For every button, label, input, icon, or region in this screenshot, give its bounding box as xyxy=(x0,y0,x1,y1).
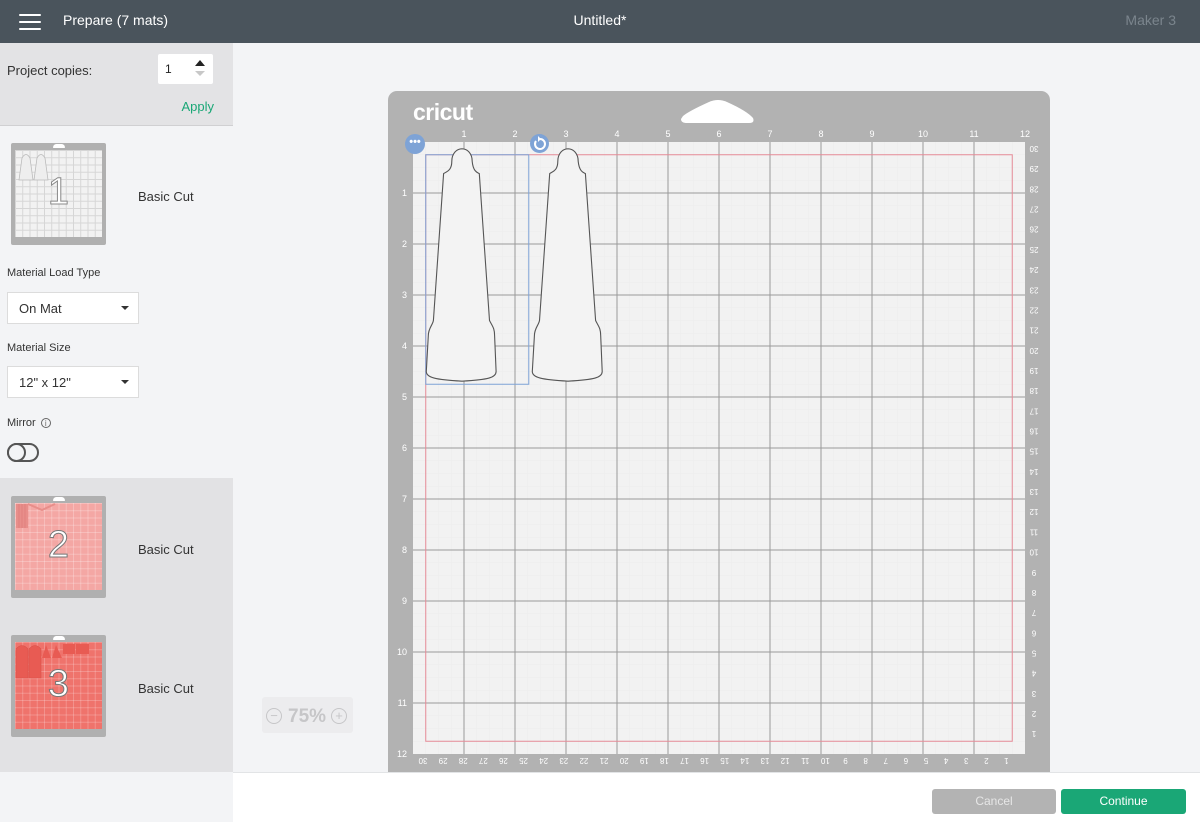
hamburger-menu-icon[interactable] xyxy=(19,14,41,30)
mat-item-1[interactable]: 1 Basic Cut xyxy=(0,143,233,253)
material-size-value: 12" x 12" xyxy=(19,375,71,390)
top-bar: Prepare (7 mats) Untitled* Maker 3 xyxy=(0,0,1200,43)
document-title: Untitled* xyxy=(573,12,627,28)
material-load-type-value: On Mat xyxy=(19,301,62,316)
chevron-down-icon xyxy=(121,380,129,384)
mat-number: 1 xyxy=(47,171,70,214)
more-options-icon[interactable]: ••• xyxy=(405,134,425,154)
increment-arrow-icon[interactable] xyxy=(195,60,205,66)
mat-number: 2 xyxy=(47,524,70,567)
apply-button[interactable]: Apply xyxy=(181,99,214,114)
mat-item-2[interactable]: 2 Basic Cut xyxy=(0,496,233,606)
machine-name[interactable]: Maker 3 xyxy=(1125,12,1176,28)
mat-cut-label: Basic Cut xyxy=(138,542,194,557)
zoom-level: 75% xyxy=(288,706,327,727)
mat-sidebar: Project copies: 1 Apply 1 Basic Cut Mate… xyxy=(0,43,233,822)
mat-cut-label: Basic Cut xyxy=(138,681,194,696)
mirror-label: Mirror xyxy=(7,417,36,429)
material-load-type-select[interactable]: On Mat xyxy=(7,292,139,324)
material-load-type-label: Material Load Type xyxy=(7,267,101,279)
mirror-toggle[interactable] xyxy=(7,443,39,462)
mat-number: 3 xyxy=(47,663,70,706)
rotate-icon[interactable] xyxy=(530,134,549,153)
mat-notch xyxy=(681,100,754,123)
project-copies-section: Project copies: 1 Apply xyxy=(0,43,233,126)
bottom-bar: Cancel Continue xyxy=(233,772,1200,822)
zoom-out-icon[interactable]: − xyxy=(266,708,282,724)
page-title: Prepare (7 mats) xyxy=(63,12,169,28)
decrement-arrow-icon[interactable] xyxy=(195,71,205,76)
mat-thumbnail[interactable]: 1 xyxy=(11,143,106,245)
cricut-logo: cricut xyxy=(413,99,473,125)
cancel-button[interactable]: Cancel xyxy=(932,789,1056,814)
mat-cut-label: Basic Cut xyxy=(138,189,194,204)
mat-thumbnail[interactable]: 3 xyxy=(11,635,106,737)
project-copies-label: Project copies: xyxy=(7,63,93,78)
cutting-mat: cricut xyxy=(388,91,1050,791)
continue-button[interactable]: Continue xyxy=(1061,789,1186,814)
zoom-control: − 75% + xyxy=(262,697,353,733)
info-icon[interactable]: i xyxy=(40,418,51,428)
material-size-select[interactable]: 12" x 12" xyxy=(7,366,139,398)
project-copies-stepper[interactable]: 1 xyxy=(158,54,213,84)
mat-thumbnail[interactable]: 2 xyxy=(11,496,106,598)
material-size-label: Material Size xyxy=(7,342,71,354)
project-copies-value[interactable]: 1 xyxy=(165,62,172,76)
mat-item-3[interactable]: 3 Basic Cut xyxy=(0,635,233,745)
other-mats-group: 2 Basic Cut 3 Basic Cut xyxy=(0,478,233,772)
chevron-down-icon xyxy=(121,306,129,310)
mirror-label-row: Mirror i xyxy=(7,417,51,429)
zoom-in-icon[interactable]: + xyxy=(331,708,347,724)
